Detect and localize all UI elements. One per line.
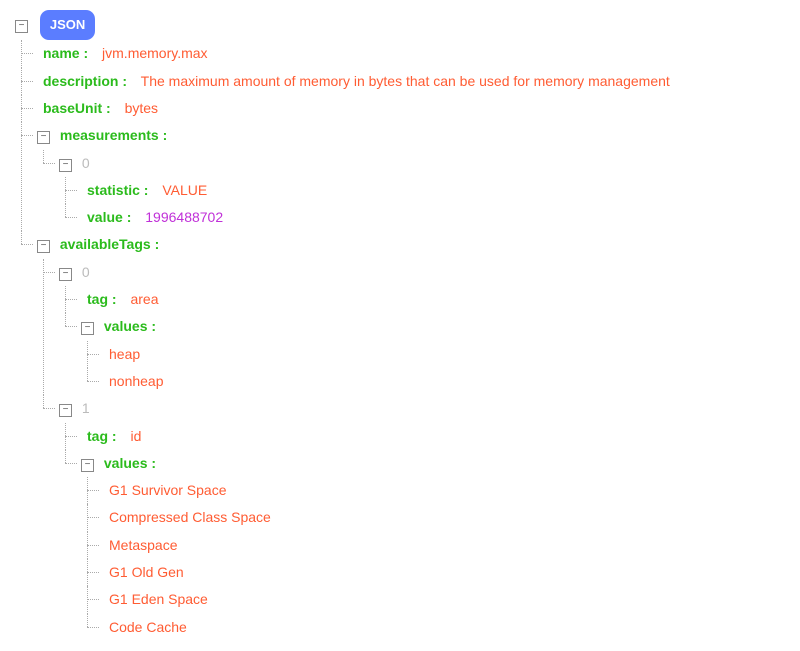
list-item: G1 Eden Space: [81, 586, 785, 613]
value-string: Metaspace: [103, 537, 177, 553]
toggle-measurements[interactable]: [37, 131, 50, 144]
value-string: G1 Survivor Space: [103, 482, 227, 498]
value-string: Compressed Class Space: [103, 509, 271, 525]
key-label: tag: [87, 428, 108, 444]
tree-row-value: value : 1996488702: [59, 204, 785, 231]
value-string: The maximum amount of memory in bytes th…: [141, 73, 670, 89]
json-root-badge: JSON: [40, 10, 95, 40]
value-string: jvm.memory.max: [102, 45, 208, 61]
value-string: VALUE: [162, 182, 207, 198]
value-string: G1 Old Gen: [103, 564, 184, 580]
toggle-measurement-0[interactable]: [59, 159, 72, 172]
tree-row-measurements: measurements : 0 statistic : VALUE: [15, 122, 785, 231]
list-item: G1 Survivor Space: [81, 477, 785, 504]
index-label: 0: [82, 155, 90, 171]
list-item: nonheap: [81, 368, 785, 395]
tree-row-statistic: statistic : VALUE: [59, 177, 785, 204]
tree-row-description: description : The maximum amount of memo…: [15, 68, 785, 95]
toggle-root[interactable]: [15, 20, 28, 33]
value-string: Code Cache: [103, 619, 187, 635]
tree-row-baseunit: baseUnit : bytes: [15, 95, 785, 122]
toggle-availabletags[interactable]: [37, 240, 50, 253]
value-number: 1996488702: [145, 209, 223, 225]
key-label: values: [104, 455, 148, 471]
value-string: bytes: [125, 100, 158, 116]
key-label: value: [87, 209, 123, 225]
array-index: 0 tag : area values: [37, 259, 785, 395]
toggle-values-1[interactable]: [81, 459, 94, 472]
toggle-availabletags-1[interactable]: [59, 404, 72, 417]
index-label: 1: [82, 400, 90, 416]
value-string: id: [130, 428, 141, 444]
json-tree: JSON name : jvm.memory.max description :…: [15, 10, 785, 641]
array-index: 1 tag : id values :: [37, 395, 785, 641]
key-label: description: [43, 73, 118, 89]
value-string: nonheap: [103, 373, 164, 389]
key-label: measurements: [60, 127, 159, 143]
tree-row-values: values : G1 Survivor Space Compressed Cl…: [59, 450, 785, 641]
array-index: 0 statistic : VALUE: [37, 150, 785, 232]
key-label: tag: [87, 291, 108, 307]
value-string: area: [130, 291, 158, 307]
list-item: Metaspace: [81, 532, 785, 559]
value-string: heap: [103, 346, 140, 362]
toggle-values-0[interactable]: [81, 322, 94, 335]
list-item: Code Cache: [81, 614, 785, 641]
key-label: name: [43, 45, 80, 61]
tree-row-tag: tag : id: [59, 423, 785, 450]
list-item: Compressed Class Space: [81, 504, 785, 531]
value-string: G1 Eden Space: [103, 591, 208, 607]
toggle-availabletags-0[interactable]: [59, 268, 72, 281]
index-label: 0: [82, 264, 90, 280]
key-label: baseUnit: [43, 100, 102, 116]
tree-row-tag: tag : area: [59, 286, 785, 313]
tree-row-name: name : jvm.memory.max: [15, 40, 785, 67]
key-label: availableTags: [60, 236, 151, 252]
list-item: heap: [81, 341, 785, 368]
tree-row-availabletags: availableTags : 0 tag : area: [15, 231, 785, 640]
key-label: statistic: [87, 182, 140, 198]
list-item: G1 Old Gen: [81, 559, 785, 586]
key-label: values: [104, 318, 148, 334]
tree-row-values: values : heap nonheap: [59, 313, 785, 395]
